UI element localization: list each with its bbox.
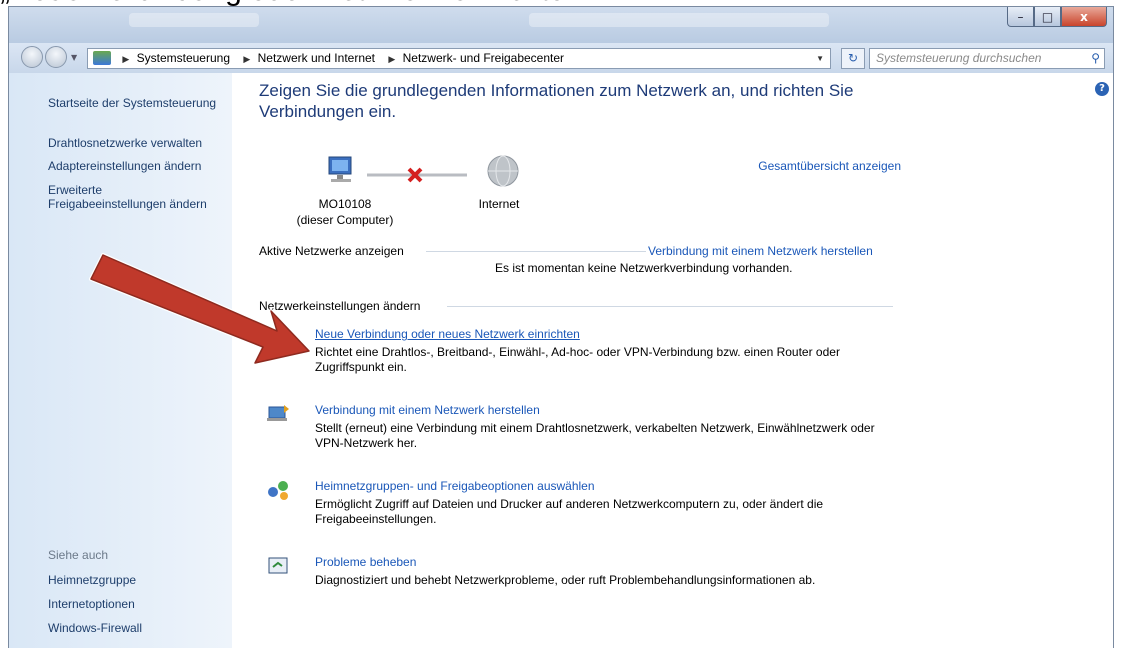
control-panel-window: – □ x ▼ ▶ Systemsteuerung ▶ Netzwerk und… (8, 6, 1114, 648)
section-divider (426, 251, 646, 252)
recent-pages-dropdown-icon[interactable]: ▼ (71, 53, 77, 62)
homegroup-icon (268, 481, 288, 500)
breadcrumb-separator-icon: ▶ (122, 54, 130, 64)
title-bar[interactable]: – □ x (9, 7, 1113, 43)
sidebar-item-homegroup[interactable]: Heimnetzgruppe (48, 573, 136, 587)
task-link-troubleshoot[interactable]: Probleme beheben (315, 555, 416, 569)
content-area: Startseite der Systemsteuerung Drahtlosn… (9, 73, 1113, 648)
task-troubleshoot: Probleme beheben Diagnostiziert und behe… (267, 555, 907, 589)
search-icon[interactable]: ⚲ (1091, 49, 1100, 68)
address-dropdown-icon[interactable]: ▼ (816, 49, 824, 68)
back-button[interactable] (21, 46, 43, 68)
sidebar-item-wireless[interactable]: Drahtlosnetzwerke verwalten (48, 136, 202, 150)
sidebar-item-firewall[interactable]: Windows-Firewall (48, 621, 142, 635)
title-blur (129, 13, 259, 27)
breadcrumb-separator-icon: ▶ (388, 54, 396, 64)
task-desc: Ermöglicht Zugriff auf Dateien und Druck… (315, 497, 824, 526)
window-controls: – □ x (1007, 7, 1107, 27)
globe-icon (487, 155, 519, 187)
breadcrumb-separator-icon: ▶ (243, 54, 251, 64)
task-homegroup: Heimnetzgruppen- und Freigabeoptionen au… (267, 479, 907, 527)
task-desc: Richtet eine Drahtlos-, Breitband-, Einw… (315, 345, 840, 374)
full-map-link[interactable]: Gesamtübersicht anzeigen (758, 159, 901, 173)
computer-icon (328, 156, 352, 182)
sidebar-item-adapter[interactable]: Adaptereinstellungen ändern (48, 159, 201, 173)
sidebar-item-home[interactable]: Startseite der Systemsteuerung (48, 96, 216, 110)
breadcrumb-netzwerk-internet[interactable]: Netzwerk und Internet (258, 49, 375, 68)
help-icon[interactable]: ? (1095, 82, 1109, 96)
title-blur (529, 13, 829, 27)
annotation-arrow-icon (89, 253, 311, 365)
refresh-button[interactable]: ↻ (841, 48, 865, 69)
connect-network-link[interactable]: Verbindung mit einem Netzwerk herstellen (648, 244, 873, 258)
maximize-button[interactable]: □ (1034, 7, 1061, 27)
task-link-homegroup[interactable]: Heimnetzgruppen- und Freigabeoptionen au… (315, 479, 595, 493)
computer-note: (dieser Computer) (296, 213, 394, 227)
search-placeholder: Systemsteuerung durchsuchen (876, 51, 1042, 65)
breadcrumb-systemsteuerung[interactable]: Systemsteuerung (137, 49, 230, 68)
sidebar-item-advanced-line1[interactable]: Erweiterte (48, 183, 102, 197)
task-desc: Stellt (erneut) eine Verbindung mit eine… (315, 421, 875, 450)
see-also-title: Siehe auch (48, 548, 109, 562)
task-new-connection: Neue Verbindung oder neues Netzwerk einr… (267, 327, 907, 375)
close-button[interactable]: x (1061, 7, 1107, 27)
search-input[interactable]: Systemsteuerung durchsuchen ⚲ (869, 48, 1105, 69)
task-desc: Diagnostiziert und behebt Netzwerkproble… (315, 573, 816, 587)
connect-network-icon (267, 405, 289, 421)
sidebar-item-internet-options[interactable]: Internetoptionen (48, 597, 135, 611)
troubleshoot-icon (268, 557, 288, 574)
breadcrumb-freigabecenter[interactable]: Netzwerk- und Freigabecenter (403, 49, 564, 68)
computer-name: MO10108 (318, 197, 372, 211)
address-bar[interactable]: ▶ Systemsteuerung ▶ Netzwerk und Interne… (87, 48, 831, 69)
internet-label: Internet (478, 197, 520, 211)
task-link-connect-network[interactable]: Verbindung mit einem Netzwerk herstellen (315, 403, 540, 417)
control-panel-icon (93, 51, 111, 65)
forward-button[interactable] (45, 46, 67, 68)
network-map (328, 155, 519, 187)
minimize-button[interactable]: – (1007, 7, 1034, 27)
page-title: Zeigen Sie die grundlegenden Information… (259, 81, 854, 121)
section-divider (447, 306, 893, 307)
sidebar-item-advanced-line2[interactable]: Freigabeeinstellungen ändern (48, 197, 207, 211)
task-connect-network: Verbindung mit einem Netzwerk herstellen… (267, 403, 907, 451)
navigation-bar: ▼ ▶ Systemsteuerung ▶ Netzwerk und Inter… (9, 43, 1113, 73)
no-connection-text: Es ist momentan keine Netzwerkverbindung… (495, 261, 793, 275)
task-link-new-connection[interactable]: Neue Verbindung oder neues Netzwerk einr… (315, 327, 580, 341)
